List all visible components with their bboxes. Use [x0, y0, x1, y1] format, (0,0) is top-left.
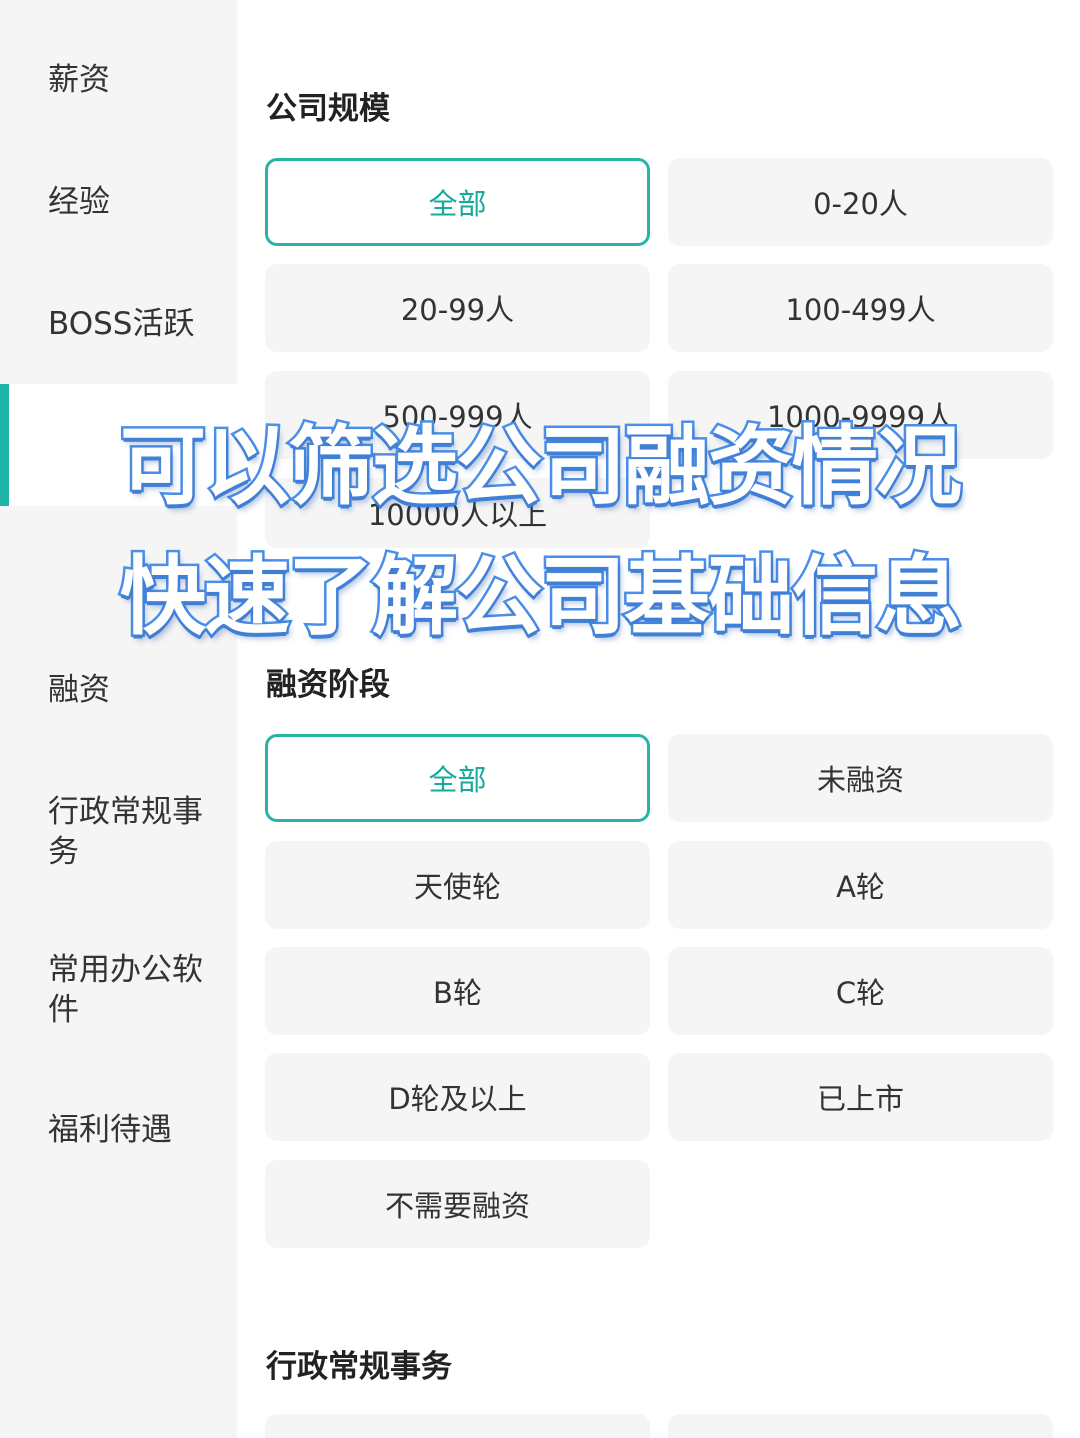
sidebar-item-label: 薪资: [48, 62, 110, 98]
sidebar-item-experience[interactable]: 经验: [0, 182, 237, 222]
sidebar-item-admin-affairs[interactable]: 行政常规事务: [0, 792, 237, 872]
option-financing-d-round-plus[interactable]: D轮及以上: [265, 1053, 650, 1141]
option-financing-unfunded[interactable]: 未融资: [668, 734, 1053, 822]
option-label: 天使轮: [413, 870, 501, 904]
option-financing-angel[interactable]: 天使轮: [265, 841, 650, 929]
option-financing-c-round[interactable]: C轮: [668, 947, 1053, 1035]
sidebar-item-benefits[interactable]: 福利待遇: [0, 1110, 237, 1150]
sidebar-item-label: 行政常规事务: [48, 794, 203, 870]
sidebar-item-label: 经验: [48, 184, 110, 220]
option-label: 0-20人: [813, 187, 908, 221]
section-title-financing: 融资阶段: [266, 667, 390, 703]
sidebar-item-salary[interactable]: 薪资: [0, 60, 237, 100]
option-label: 不需要融资: [384, 1189, 530, 1223]
sidebar-item-label: 融资: [48, 672, 110, 708]
overlay-caption-line-2: 快速了解公司基础信息: [118, 545, 965, 650]
option-label: C轮: [835, 976, 886, 1010]
option-size-20-99[interactable]: 20-99人: [265, 264, 650, 352]
sidebar-item-label: BOSS活跃: [48, 306, 195, 342]
option-size-all[interactable]: 全部: [265, 158, 650, 246]
option-label: 20-99人: [400, 293, 515, 327]
option-label: 全部: [428, 187, 487, 221]
option-size-0-20[interactable]: 0-20人: [668, 158, 1053, 246]
section-title-admin-affairs: 行政常规事务: [266, 1349, 452, 1385]
overlay-caption-line-1: 可以筛选公司融资情况: [118, 415, 965, 520]
option-label: 100-499人: [785, 293, 936, 327]
section-title-company-size: 公司规模: [266, 91, 390, 127]
option-label: D轮及以上: [388, 1082, 527, 1116]
option-financing-listed[interactable]: 已上市: [668, 1053, 1053, 1141]
option-label: 已上市: [816, 1082, 904, 1116]
option-financing-a-round[interactable]: A轮: [668, 841, 1053, 929]
option-label: B轮: [433, 976, 482, 1010]
sidebar-item-office-software[interactable]: 常用办公软件: [0, 950, 237, 1030]
sidebar-item-label: 福利待遇: [48, 1112, 172, 1148]
option-label: 未融资: [816, 763, 904, 797]
sidebar-item-financing[interactable]: 融资: [0, 670, 237, 710]
option-admin-first[interactable]: [265, 1414, 650, 1438]
option-financing-not-needed[interactable]: 不需要融资: [265, 1160, 650, 1248]
option-financing-all[interactable]: 全部: [265, 734, 650, 822]
option-size-100-499[interactable]: 100-499人: [668, 264, 1053, 352]
option-label: A轮: [836, 870, 885, 904]
sidebar-item-label: 常用办公软件: [48, 952, 203, 1028]
option-admin-second[interactable]: [668, 1414, 1053, 1438]
option-label: 全部: [428, 763, 487, 797]
option-financing-b-round[interactable]: B轮: [265, 947, 650, 1035]
sidebar-item-boss-active[interactable]: BOSS活跃: [0, 304, 237, 344]
